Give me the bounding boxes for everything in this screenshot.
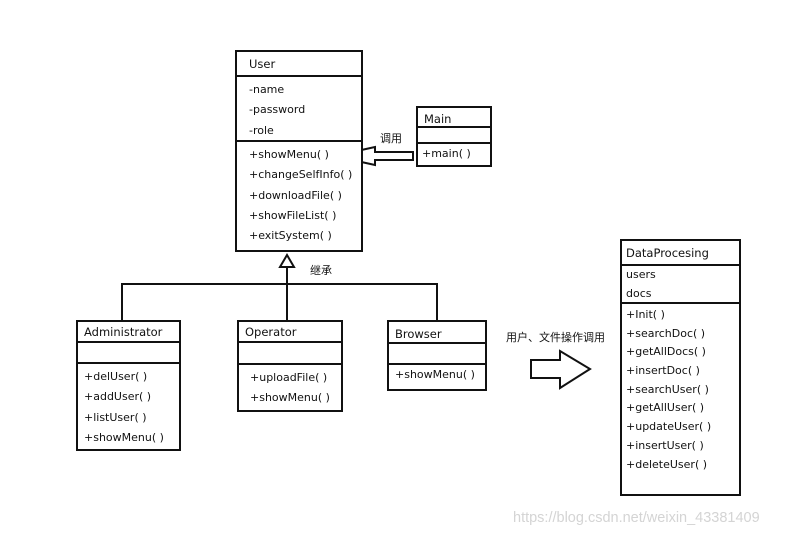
method: +updateUser( ) [626, 420, 712, 434]
watermark: https://blog.csdn.net/weixin_43381409 [513, 510, 760, 526]
class-user: User -name -password -role +showMenu( ) … [235, 50, 363, 252]
method: +main( ) [422, 147, 471, 160]
method: +exitSystem( ) [249, 229, 332, 243]
class-methods: +showMenu( ) [389, 365, 485, 388]
method: +deleteUser( ) [626, 457, 708, 471]
inheritance-triangle-icon [278, 253, 296, 268]
class-attributes: -name -password -role [237, 77, 361, 142]
class-title: Main [418, 108, 490, 128]
class-methods: +showMenu( ) +changeSelfInfo( ) +downloa… [237, 142, 361, 249]
class-administrator: Administrator +delUser( ) +addUser( ) +l… [76, 320, 181, 451]
method: +changeSelfInfo( ) [249, 168, 353, 182]
method: +insertUser( ) [626, 438, 704, 452]
attribute: docs [626, 286, 652, 300]
class-attributes [418, 128, 490, 144]
call-label: 调用 [380, 132, 402, 145]
class-methods: +delUser( ) +addUser( ) +listUser( ) +sh… [78, 364, 179, 451]
method: +getAllUser( ) [626, 401, 705, 415]
class-title: Administrator [78, 322, 179, 343]
attribute: -password [249, 103, 306, 117]
class-attributes: users docs [622, 266, 739, 304]
class-operator: Operator +uploadFile( ) +showMenu( ) [237, 320, 343, 412]
class-attributes [239, 343, 341, 365]
method: +insertDoc( ) [626, 364, 700, 378]
attribute: -role [249, 123, 274, 137]
method: +listUser( ) [84, 410, 147, 424]
method: +searchUser( ) [626, 382, 709, 396]
method: +getAllDocs( ) [626, 345, 706, 359]
attribute: -name [249, 83, 285, 96]
class-dataprocessing: DataProcesing users docs +Init( ) +searc… [620, 239, 741, 496]
method: +showMenu( ) [249, 148, 329, 161]
class-methods: +main( ) [418, 144, 490, 167]
method: +searchDoc( ) [626, 326, 706, 340]
inherit-label: 继承 [310, 264, 332, 277]
attribute: users [626, 268, 656, 281]
class-title: Browser [389, 322, 485, 344]
inheritance-branch [121, 283, 438, 320]
class-title: Operator [239, 322, 341, 343]
class-attributes [78, 343, 179, 364]
method: +showMenu( ) [395, 368, 475, 381]
method: +Init( ) [626, 308, 665, 321]
class-title: User [237, 52, 361, 77]
method: +showMenu( ) [84, 430, 164, 444]
method: +uploadFile( ) [250, 371, 328, 384]
uml-class-diagram: User -name -password -role +showMenu( ) … [0, 0, 794, 538]
method: +showFileList( ) [249, 208, 337, 222]
class-methods: +uploadFile( ) +showMenu( ) [239, 365, 341, 412]
data-call-arrow-icon [530, 349, 592, 390]
class-title: DataProcesing [622, 241, 739, 266]
method: +addUser( ) [84, 390, 152, 404]
method: +showMenu( ) [250, 391, 330, 405]
data-call-label: 用户、文件操作调用 [506, 331, 605, 344]
method: +downloadFile( ) [249, 188, 342, 202]
method: +delUser( ) [84, 370, 148, 383]
class-main: Main +main( ) [416, 106, 492, 167]
class-browser: Browser +showMenu( ) [387, 320, 487, 391]
class-methods: +Init( ) +searchDoc( ) +getAllDocs( ) +i… [622, 304, 739, 476]
class-attributes [389, 344, 485, 365]
